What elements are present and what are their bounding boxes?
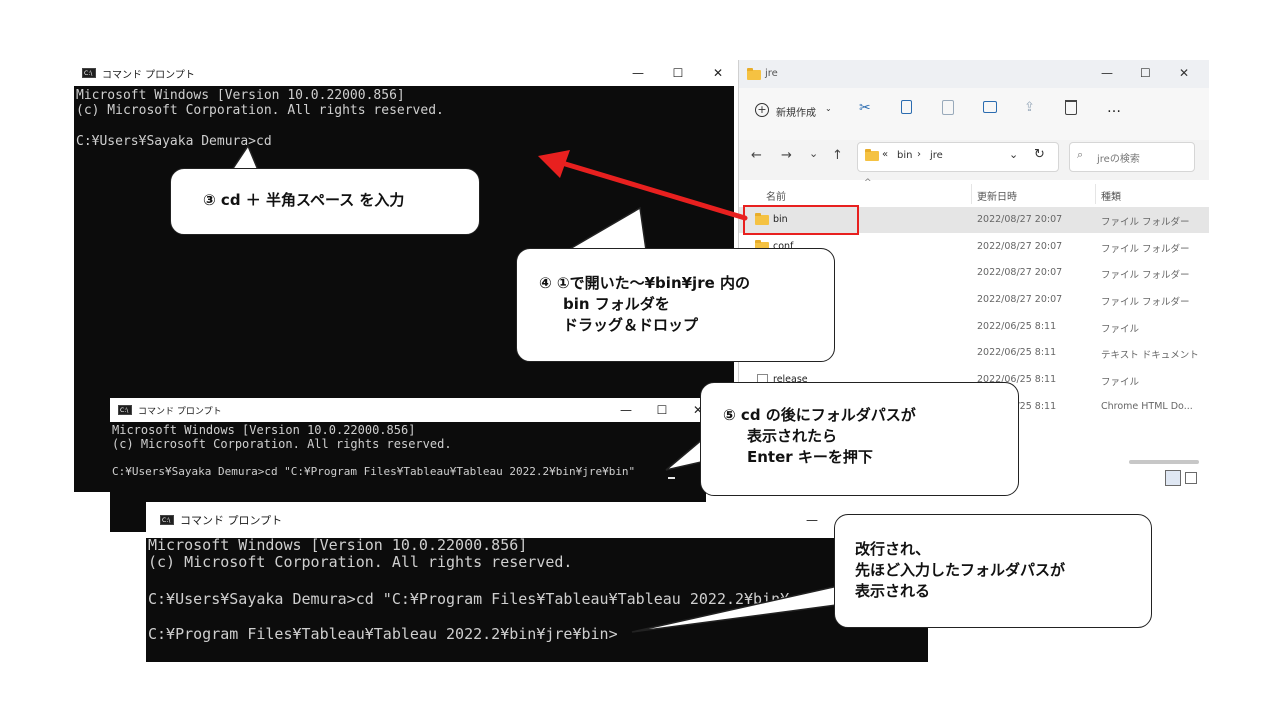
callout-step-3: ③ cd ＋ 半角スペース を入力 <box>170 168 480 235</box>
callout-text: 先ほど入力したフォルダパスが <box>855 561 1066 579</box>
callout-text: 表示されたら <box>747 427 838 445</box>
callout-text: 改行され、 <box>855 540 931 558</box>
callout-text: ③ cd ＋ 半角スペース を入力 <box>203 191 405 209</box>
callout-step-5: ⑤ cd の後にフォルダパスが 表示されたら Enter キーを押下 <box>700 382 1019 496</box>
callout-result: 改行され、 先ほど入力したフォルダパスが 表示される <box>834 514 1152 628</box>
callout-tail <box>565 206 647 251</box>
drag-arrow-line <box>559 160 748 221</box>
callout-text: 表示される <box>855 582 931 600</box>
callout-tail <box>631 585 845 633</box>
callout-tail <box>230 144 260 171</box>
callout-text: ドラッグ＆ドロップ <box>563 316 699 334</box>
callout-text: ④ ①で開いた～¥bin¥jre 内の <box>539 274 750 292</box>
callout-text: bin フォルダを <box>563 295 670 313</box>
callout-step-4: ④ ①で開いた～¥bin¥jre 内の bin フォルダを ドラッグ＆ドロップ <box>516 248 835 362</box>
callout-text: ⑤ cd の後にフォルダパスが <box>723 406 916 424</box>
callout-text: Enter キーを押下 <box>747 448 873 466</box>
